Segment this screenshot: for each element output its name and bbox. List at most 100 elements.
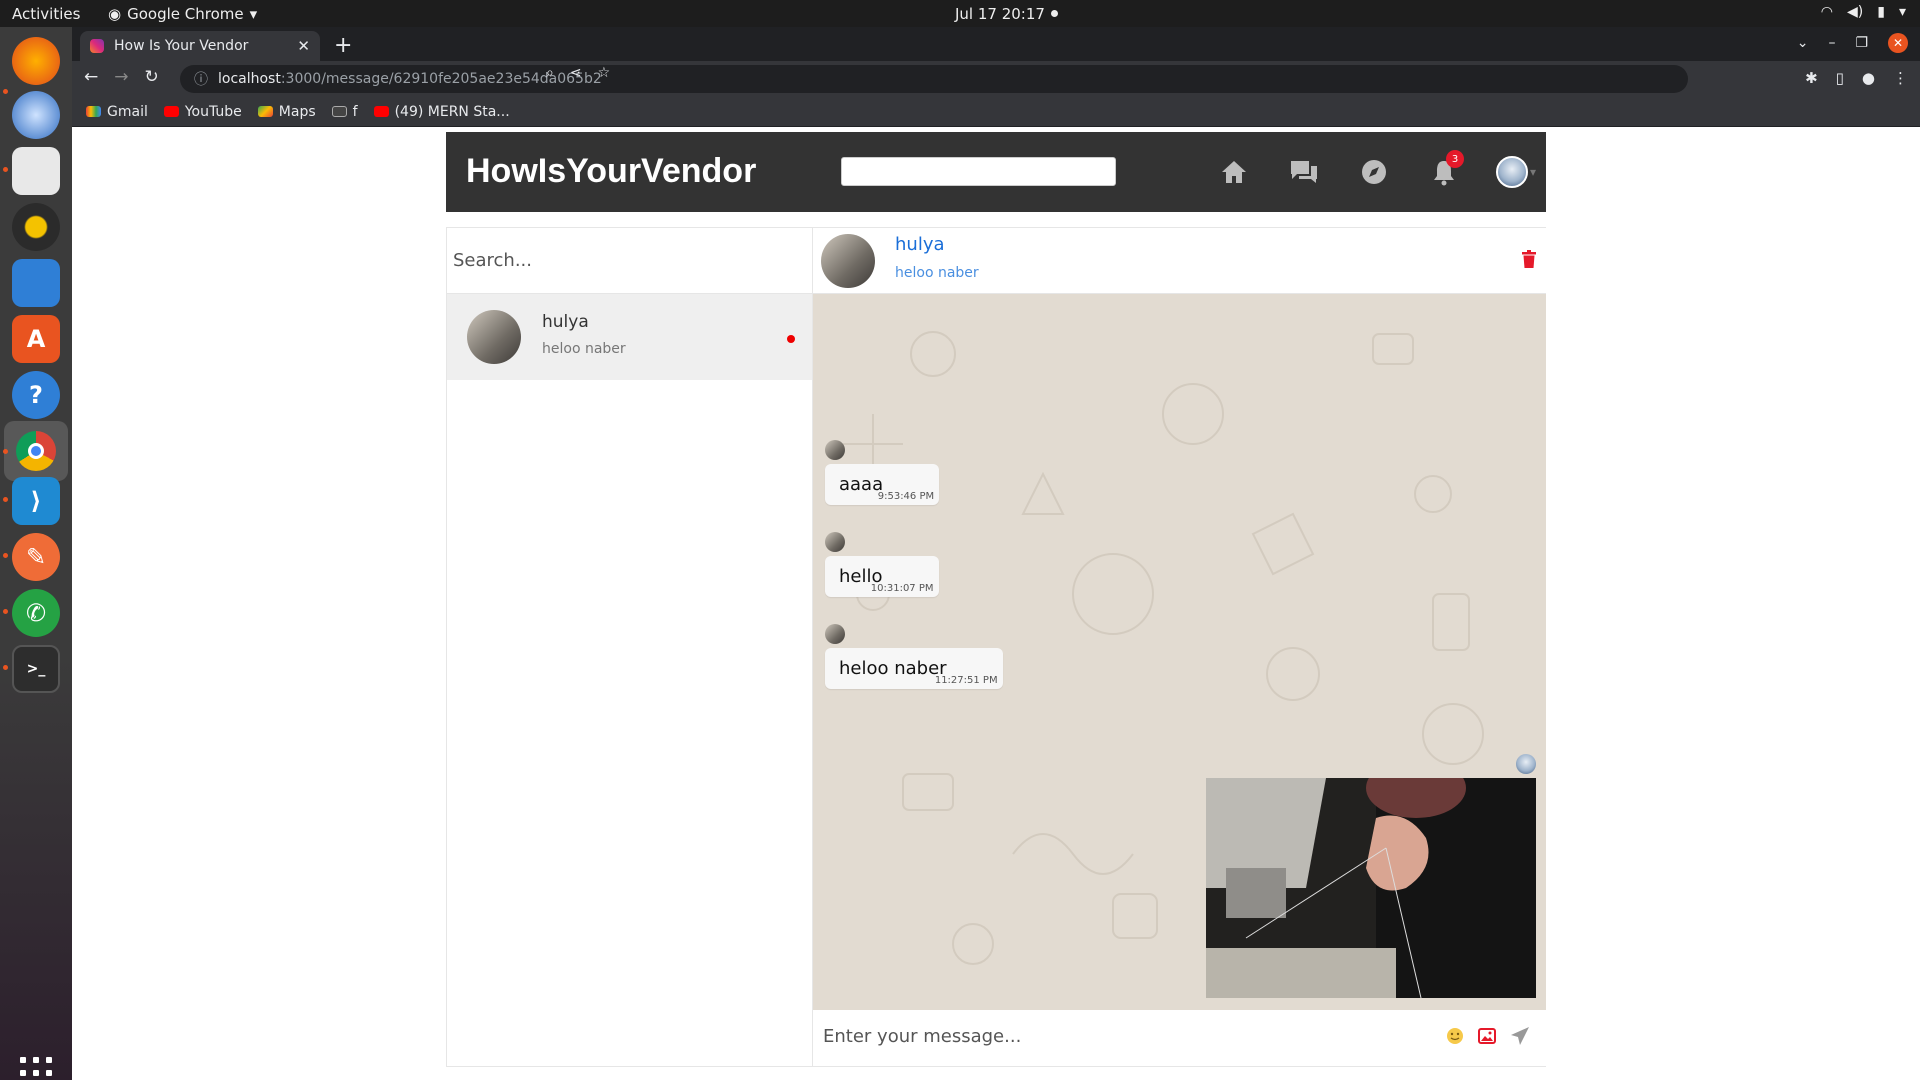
running-indicator xyxy=(3,89,8,94)
unread-dot-icon xyxy=(787,335,795,343)
address-bar[interactable]: ⓘ localhost:3000/message/62910fe205ae23e… xyxy=(180,65,1688,93)
youtube-icon xyxy=(373,106,389,117)
message-bubble[interactable]: hello 10:31:07 PM xyxy=(825,556,939,597)
message-bubble[interactable]: aaaa 9:53:46 PM xyxy=(825,464,940,505)
site-info-icon[interactable]: ⓘ xyxy=(194,69,208,89)
image-message[interactable] xyxy=(1206,778,1536,998)
reload-icon[interactable]: ↻ xyxy=(145,67,159,87)
wifi-icon: ◠ xyxy=(1820,4,1834,20)
extensions-icon[interactable]: ✱ xyxy=(1805,69,1818,87)
close-tab-icon[interactable]: ✕ xyxy=(297,37,310,55)
bookmark-mern[interactable]: (49) MERN Sta... xyxy=(373,104,510,120)
message-time: 11:27:51 PM xyxy=(934,675,998,686)
terminal-icon[interactable]: >_ xyxy=(12,645,60,693)
caret-down-icon: ▾ xyxy=(1530,165,1537,179)
new-tab-icon[interactable]: + xyxy=(334,33,352,58)
running-indicator xyxy=(3,553,8,558)
bookmark-f[interactable]: f xyxy=(331,104,358,120)
rhythmbox-icon[interactable] xyxy=(12,203,60,251)
delete-trash-icon[interactable] xyxy=(1522,250,1536,268)
bookmark-maps[interactable]: Maps xyxy=(257,104,316,120)
vscode-icon[interactable]: ⟩ xyxy=(12,477,60,525)
image-upload-icon[interactable] xyxy=(1478,1028,1496,1048)
page: HowIsYourVendor 3 ▾ Search... hulya helo… xyxy=(72,128,1920,1080)
url-host: localhost xyxy=(218,71,281,87)
message-time: 10:31:07 PM xyxy=(870,583,934,594)
back-icon[interactable]: ← xyxy=(84,67,98,87)
message-text: heloo naber xyxy=(839,658,947,679)
sewing-machine-photo xyxy=(1206,778,1536,998)
firefox-icon[interactable] xyxy=(12,37,60,85)
profile-menu[interactable]: ▾ xyxy=(1496,156,1536,188)
avatar xyxy=(1496,156,1528,188)
avatar[interactable] xyxy=(821,234,875,288)
youtube-icon xyxy=(163,106,179,117)
running-indicator xyxy=(3,497,8,502)
message-time: 9:53:46 PM xyxy=(877,491,935,502)
brand-logo[interactable]: HowIsYourVendor xyxy=(466,152,756,191)
site-navbar: HowIsYourVendor 3 ▾ xyxy=(446,132,1546,212)
avatar xyxy=(825,532,845,552)
thunderbird-icon[interactable] xyxy=(12,91,60,139)
navbar-search-input[interactable] xyxy=(841,157,1116,186)
message-bubble[interactable]: heloo naber 11:27:51 PM xyxy=(825,648,1003,689)
app-menu[interactable]: ◉ Google Chrome ▾ xyxy=(108,5,257,23)
conversation-list: Search... hulya heloo naber xyxy=(447,228,813,1066)
postman-icon[interactable]: ✎ xyxy=(12,533,60,581)
help-icon[interactable]: ? xyxy=(12,371,60,419)
activities-button[interactable]: Activities xyxy=(12,5,80,23)
message-item: aaaa 9:53:46 PM xyxy=(825,440,940,505)
conversation-last-message: heloo naber xyxy=(542,341,626,357)
home-icon[interactable] xyxy=(1216,154,1252,190)
whatsapp-icon[interactable]: ✆ xyxy=(12,589,60,637)
explore-compass-icon[interactable] xyxy=(1356,154,1392,190)
system-tray[interactable]: ◠ ◀) ▮ ▾ xyxy=(1821,4,1906,20)
conversation-search-input[interactable]: Search... xyxy=(447,228,812,294)
chat-contact-name[interactable]: hulya xyxy=(895,234,945,255)
more-menu-icon[interactable]: ⋮ xyxy=(1893,69,1908,87)
emoji-icon[interactable] xyxy=(1446,1027,1464,1049)
chrome-dock-icon[interactable] xyxy=(4,421,68,481)
close-window-icon[interactable]: ✕ xyxy=(1888,33,1908,53)
running-indicator xyxy=(3,167,8,172)
bookmark-gmail[interactable]: Gmail xyxy=(86,104,148,120)
running-indicator xyxy=(3,665,8,670)
software-center-icon[interactable]: A xyxy=(12,315,60,363)
bookmark-youtube[interactable]: YouTube xyxy=(163,103,242,120)
notification-dot xyxy=(1051,10,1058,17)
volume-icon: ◀) xyxy=(1847,4,1864,20)
message-input[interactable] xyxy=(813,1016,1453,1056)
minimize-icon[interactable]: – xyxy=(1828,35,1835,51)
chat-messages[interactable]: aaaa 9:53:46 PM hello 10:31:07 PM heloo … xyxy=(813,294,1546,1010)
profile-icon[interactable]: ● xyxy=(1862,69,1875,87)
bookmark-label: Gmail xyxy=(107,103,148,120)
message-text: aaaa xyxy=(839,474,884,495)
send-icon[interactable] xyxy=(1510,1026,1530,1050)
chevron-down-icon: ▾ xyxy=(249,5,258,23)
message-item: heloo naber 11:27:51 PM xyxy=(825,624,1003,689)
avatar xyxy=(467,310,521,364)
side-panel-icon[interactable]: ▯ xyxy=(1836,69,1844,87)
show-apps-icon[interactable] xyxy=(20,1057,52,1080)
files-icon[interactable] xyxy=(12,147,60,195)
avatar xyxy=(825,440,845,460)
bookmark-label: YouTube xyxy=(184,103,242,120)
writer-icon[interactable] xyxy=(12,259,60,307)
tab-active[interactable]: How Is Your Vendor ✕ xyxy=(80,31,320,61)
conversation-item[interactable]: hulya heloo naber xyxy=(447,294,812,380)
gmail-icon xyxy=(86,106,101,117)
clock[interactable]: Jul 17 20:17 xyxy=(955,5,1045,23)
messages-icon[interactable] xyxy=(1286,154,1322,190)
running-indicator xyxy=(3,449,8,454)
chrome-icon: ◉ xyxy=(108,5,122,23)
battery-icon: ▮ xyxy=(1877,4,1885,20)
forward-icon[interactable]: → xyxy=(114,67,128,87)
message-composer xyxy=(813,1010,1546,1066)
avatar xyxy=(1516,754,1536,774)
browser-toolbar: ← → ↻ ⓘ localhost:3000/message/62910fe20… xyxy=(72,61,1920,97)
tab-search-icon[interactable]: ⌄ xyxy=(1797,35,1809,51)
restore-icon[interactable]: ❐ xyxy=(1855,35,1868,51)
os-top-bar: Activities ◉ Google Chrome ▾ Jul 17 20:1… xyxy=(0,0,1920,27)
notifications-bell-icon[interactable]: 3 xyxy=(1426,150,1464,190)
tab-strip: How Is Your Vendor ✕ + ⌄ – ❐ ✕ xyxy=(72,27,1920,61)
